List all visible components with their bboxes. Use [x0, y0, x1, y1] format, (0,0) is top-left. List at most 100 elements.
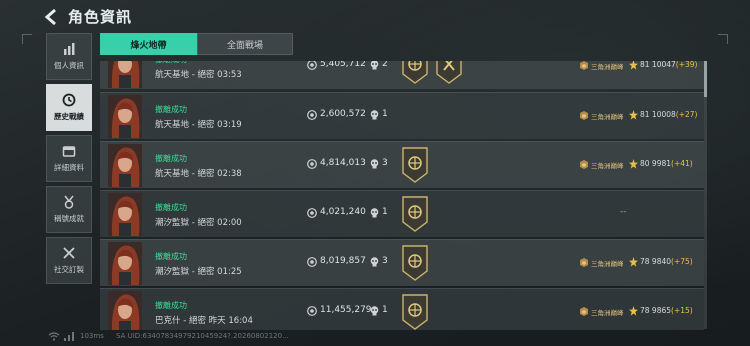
- coin-icon: [307, 110, 317, 120]
- sidebar-item-personal-info[interactable]: 個人資訊: [46, 33, 92, 80]
- crosshair-badge-icon: [402, 196, 428, 232]
- medal-icon: [64, 195, 74, 209]
- level-star-icon: [629, 306, 638, 316]
- rank-icon: [580, 111, 588, 120]
- skull-icon: [370, 257, 379, 267]
- sidebar-item-label: 個人資訊: [54, 61, 84, 70]
- match-record-row[interactable]: 撤離成功航天基地 - 絕密 03:53 5,405,712 2 三角洲巔峰 81 10…: [100, 61, 704, 89]
- extraction-status: 撤離成功: [155, 252, 187, 261]
- rank-icon: [580, 258, 588, 267]
- match-record-row[interactable]: 撤離成功 巴克什 - 絕密 昨天 16:04 11,455,279 1 三角洲巔峰 78…: [100, 288, 704, 330]
- rank-name: 三角洲巔峰: [591, 162, 624, 170]
- rank-score: 80 9981(+41): [640, 159, 693, 168]
- crosshair-badge-icon: [402, 294, 428, 330]
- coin-icon: [307, 159, 317, 169]
- score-delta: (+39): [675, 61, 698, 69]
- sidebar-item-achievements[interactable]: 稱號成就: [46, 186, 92, 233]
- loot-value: 11,455,279: [320, 305, 372, 315]
- rank-score: 78 9840(+75): [640, 257, 693, 266]
- avatar: [108, 291, 142, 330]
- sidebar-item-details[interactable]: 詳細資料: [46, 135, 92, 182]
- rank-icon: [580, 160, 588, 169]
- sidebar-item-label: 歷史戰績: [54, 112, 84, 121]
- avatar: [108, 242, 142, 285]
- rank-score-empty: --: [620, 207, 627, 217]
- kill-count: 3: [382, 158, 388, 168]
- kill-count: 1: [382, 305, 388, 315]
- loot-value: 4,021,240: [320, 207, 366, 217]
- frame-corner-top-left: [22, 34, 32, 44]
- mode-tabs: 烽火地帶 全面戰場: [100, 33, 293, 55]
- crosshair-badge-icon: [402, 147, 428, 183]
- match-record-row[interactable]: 撤離成功 航天基地 - 絕密 03:19 2,600,572 1 三角洲巔峰 81 100…: [100, 92, 704, 139]
- level-star-icon: [629, 159, 638, 169]
- loot-value: 4,814,013: [320, 158, 366, 168]
- loot-value: 5,405,712: [320, 61, 366, 69]
- map-mode-time: 航天基地 - 絕密 03:53: [155, 70, 242, 80]
- footer: 103ms SA UID:6340783497921045924?.202608…: [0, 329, 750, 346]
- level-star-icon: [629, 257, 638, 267]
- sidebar-item-label: 詳細資料: [54, 163, 84, 172]
- sidebar-item-label: 稱號成就: [54, 214, 84, 223]
- map-mode-time: 潮汐監獄 - 絕密 02:00: [155, 218, 242, 228]
- scrollbar-thumb[interactable]: [704, 61, 707, 97]
- wifi-icon: [48, 332, 60, 341]
- sidebar-item-match-history[interactable]: 歷史戰績: [46, 84, 92, 131]
- sidebar: 個人資訊 歷史戰績 詳細資料 稱號成就 社交訂製: [46, 33, 92, 288]
- tab-operations[interactable]: 烽火地帶: [100, 33, 197, 55]
- map-mode-time: 潮汐監獄 - 絕密 01:25: [155, 267, 242, 277]
- score-delta: (+41): [671, 159, 693, 168]
- extraction-status: 撤離成功: [155, 203, 187, 212]
- coin-icon: [307, 208, 317, 218]
- kill-count: 1: [382, 207, 388, 217]
- sidebar-item-social-custom[interactable]: 社交訂製: [46, 237, 92, 284]
- coin-icon: [307, 257, 317, 267]
- tab-warfare[interactable]: 全面戰場: [197, 33, 293, 55]
- extraction-status: 撤離成功: [155, 154, 187, 163]
- match-record-row[interactable]: 撤離成功潮汐監獄 - 絕密 02:00 4,021,240 1 --: [100, 190, 704, 237]
- skull-icon: [370, 61, 379, 70]
- match-record-row[interactable]: 撤離成功 潮汐監獄 - 絕密 01:25 8,019,857 3 三角洲巔峰 78 98…: [100, 239, 704, 286]
- skull-icon: [370, 159, 379, 169]
- back-arrow-icon[interactable]: [44, 9, 58, 25]
- score-delta: (+15): [671, 306, 693, 315]
- crosshair-badge-icon: [402, 61, 428, 84]
- kill-count: 3: [382, 256, 388, 266]
- rank-name: 三角洲巔峰: [591, 113, 624, 121]
- extraction-status: 撤離成功: [155, 61, 187, 65]
- level-star-icon: [629, 61, 638, 70]
- crossed-weapons-badge-icon: [436, 61, 462, 84]
- avatar: [108, 95, 142, 138]
- loot-value: 2,600,572: [320, 109, 366, 119]
- rank-score: 78 9865(+15): [640, 306, 693, 315]
- score-value: 81 10047: [640, 61, 676, 69]
- map-mode-time: 巴克什 - 絕密 昨天 16:04: [155, 316, 253, 326]
- rank-name: 三角洲巔峰: [591, 63, 624, 71]
- avatar: [108, 144, 142, 187]
- level-star-icon: [629, 110, 638, 120]
- folder-icon: [62, 146, 76, 157]
- map-mode-time: 航天基地 - 絕密 02:38: [155, 169, 242, 179]
- tools-icon: [63, 247, 75, 259]
- score-value: 81 10008: [640, 110, 676, 119]
- avatar: [108, 61, 142, 88]
- skull-icon: [370, 208, 379, 218]
- extraction-status: 撤離成功: [155, 105, 187, 114]
- rank-score: 81 10047(+39): [640, 61, 697, 69]
- scrollbar[interactable]: [704, 61, 707, 329]
- coin-icon: [307, 306, 317, 316]
- ping-readout: 103ms: [80, 332, 104, 340]
- map-mode-time: 航天基地 - 絕密 03:19: [155, 120, 242, 130]
- page-title: 角色資訊: [68, 8, 133, 26]
- score-value: 78 9865: [640, 306, 672, 315]
- signal-icon: [64, 332, 74, 341]
- skull-icon: [370, 306, 379, 316]
- rank-icon: [580, 307, 588, 316]
- rank-icon: [580, 61, 588, 70]
- match-record-row[interactable]: 撤離成功航天基地 - 絕密 02:38 4,814,013 3 三角洲巔峰 80 99…: [100, 141, 704, 188]
- coin-icon: [307, 61, 317, 70]
- sidebar-item-label: 社交訂製: [54, 265, 84, 274]
- score-value: 80 9981: [640, 159, 672, 168]
- score-delta: (+75): [671, 257, 693, 266]
- uid-readout: SA UID:6340783497921045924?.20260802120.…: [116, 332, 289, 340]
